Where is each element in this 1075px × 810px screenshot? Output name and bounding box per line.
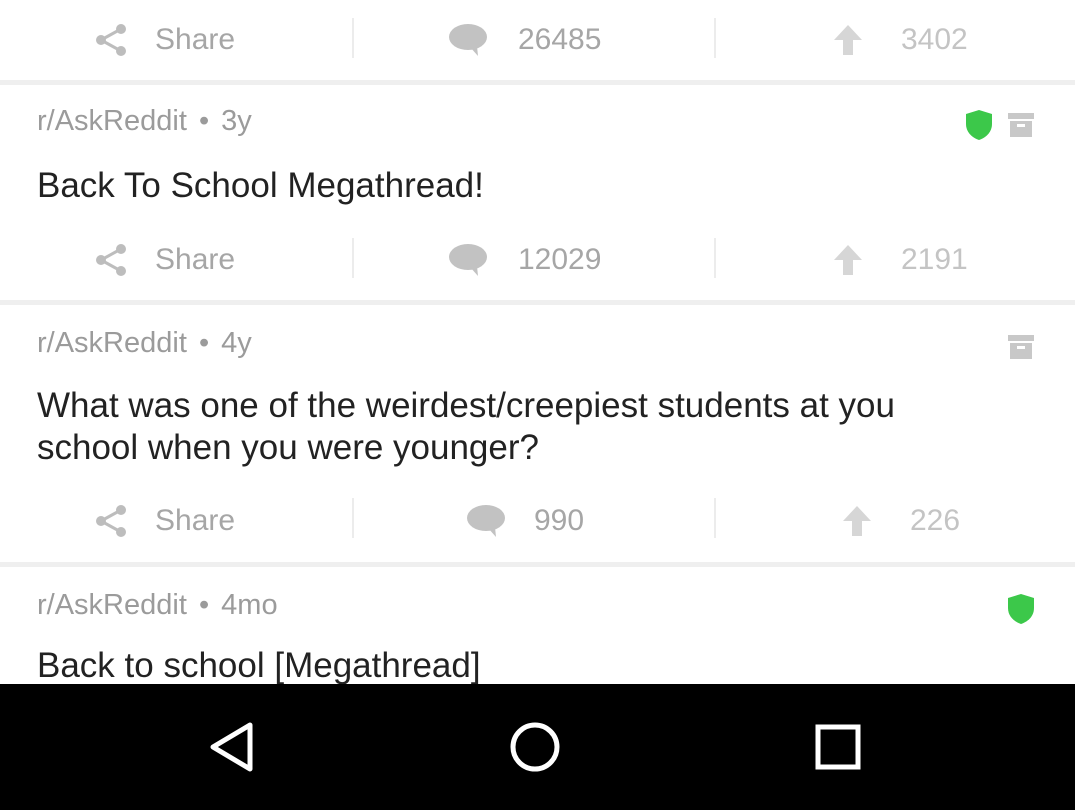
post-meta: r/AskReddit • 3y [37,105,252,138]
upvote-count: 226 [910,504,961,537]
post-actions: Share 26485 3402 [0,0,1075,80]
back-button[interactable] [197,714,267,780]
share-button[interactable]: Share [95,0,235,80]
subreddit-link[interactable]: r/AskReddit [37,327,187,359]
share-label: Share [155,23,236,56]
post-meta: r/AskReddit • 4mo [37,589,278,622]
share-button[interactable]: Share [95,220,235,300]
share-label: Share [155,504,236,537]
post-card[interactable]: r/AskReddit • 3y Back To School Megathre… [0,85,1075,220]
upvote-icon [842,505,872,537]
home-icon [508,720,562,774]
share-icon [95,243,129,277]
comment-icon [448,23,488,57]
post-age: 4y [221,327,252,359]
action-divider [352,498,354,538]
upvote-button[interactable]: 2191 [833,220,968,300]
upvote-count: 2191 [901,243,968,276]
comments-button[interactable]: 26485 [448,0,601,80]
home-button[interactable] [500,714,570,780]
post-meta: r/AskReddit • 4y [37,327,252,360]
archive-icon [1007,111,1035,139]
shield-icon [1007,593,1035,625]
comment-count: 26485 [518,23,602,56]
archive-icon [1007,333,1035,361]
post-age: 3y [221,105,252,137]
upvote-count: 3402 [901,23,968,56]
recents-button[interactable] [803,714,873,780]
post-title[interactable]: Back To School Megathread! [37,165,965,207]
post-card[interactable]: r/AskReddit • 4mo Back to school [Megath… [0,567,1075,684]
back-icon [208,721,256,773]
comments-button[interactable]: 990 [466,480,584,562]
share-icon [95,504,129,538]
subreddit-link[interactable]: r/AskReddit [37,589,187,621]
upvote-icon [833,244,863,276]
share-icon [95,23,129,57]
action-divider [714,18,716,58]
action-divider [714,238,716,278]
post-badges [965,109,1035,141]
meta-separator: • [198,327,210,359]
post-actions: Share 12029 2191 [0,220,1075,300]
share-button[interactable]: Share [95,480,235,562]
subreddit-link[interactable]: r/AskReddit [37,105,187,137]
post-card[interactable]: r/AskReddit • 4y What was one of the wei… [0,305,1075,480]
system-nav-bar [0,684,1075,810]
action-divider [352,18,354,58]
upvote-button[interactable]: 3402 [833,0,968,80]
post-title[interactable]: Back to school [Megathread] [37,645,965,684]
post-actions: Share 990 226 [0,480,1075,562]
shield-icon [965,109,993,141]
share-label: Share [155,243,236,276]
meta-separator: • [198,105,210,137]
upvote-button[interactable]: 226 [842,480,960,562]
action-divider [352,238,354,278]
comment-count: 990 [534,504,585,537]
post-title[interactable]: What was one of the weirdest/creepiest s… [37,385,975,469]
recents-icon [814,723,862,771]
post-feed: Share 26485 3402 r/AskReddit • 3y Back T… [0,0,1075,684]
post-badges [1007,333,1035,361]
comments-button[interactable]: 12029 [448,220,601,300]
post-badges [1007,593,1035,625]
action-divider [714,498,716,538]
post-age: 4mo [221,589,278,621]
upvote-icon [833,24,863,56]
meta-separator: • [198,589,210,621]
comment-count: 12029 [518,243,602,276]
comment-icon [466,504,506,538]
comment-icon [448,243,488,277]
